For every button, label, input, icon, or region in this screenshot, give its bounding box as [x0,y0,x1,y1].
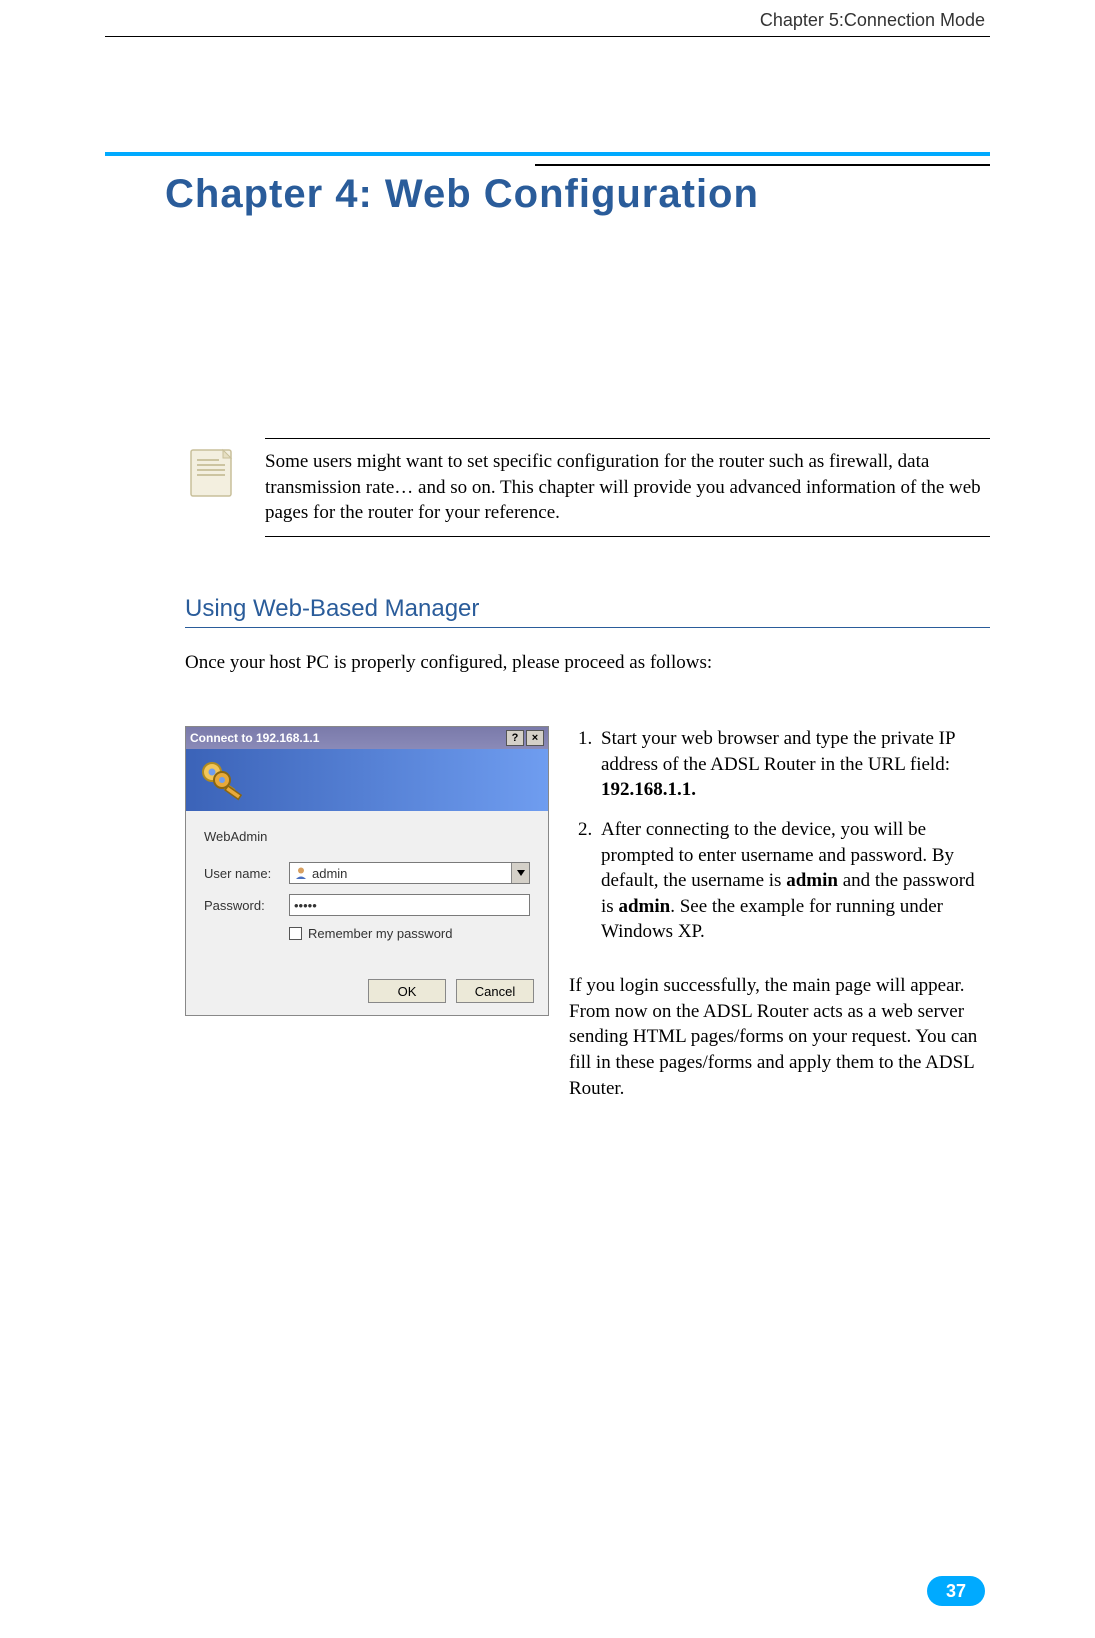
dialog-body: WebAdmin User name: admin Password: [186,811,548,941]
dialog-banner [186,749,548,811]
after-login-text: If you login successfully, the main page… [569,973,990,1101]
user-icon [294,866,308,880]
dialog-user-row: User name: admin [204,862,530,884]
dialog-user-label: User name: [204,866,289,881]
header-rule [105,36,990,37]
username-value: admin [312,866,347,881]
title-right-rule [535,164,990,166]
cancel-button[interactable]: Cancel [456,979,534,1003]
step-1-text-a: Start your web browser and type the priv… [601,728,955,775]
page-number: 37 [927,1576,985,1606]
password-value: ••••• [294,898,317,913]
dialog-pass-row: Password: ••••• [204,894,530,916]
note-rule-top [265,438,990,439]
section-heading: Using Web-Based Manager [185,595,990,628]
content-row: Connect to 192.168.1.1 ? × WebAdmin User… [185,726,990,1101]
dialog-app-label: WebAdmin [204,829,530,844]
step-2: After connecting to the device, you will… [597,817,990,945]
remember-row: Remember my password [289,926,530,941]
note-rule-bottom [265,536,990,537]
step-1: Start your web browser and type the priv… [597,726,990,803]
ok-button[interactable]: OK [368,979,446,1003]
step-1-ip: 192.168.1.1. [601,779,696,800]
chevron-down-icon[interactable] [511,863,529,883]
username-field[interactable]: admin [289,862,530,884]
dialog-help-button[interactable]: ? [506,730,524,746]
dialog-buttons: OK Cancel [368,979,534,1003]
steps-column: Start your web browser and type the priv… [569,726,990,1101]
step-2-bold-2: admin [618,896,670,917]
dialog-title: Connect to 192.168.1.1 [190,731,319,745]
remember-label: Remember my password [308,926,453,941]
note-text: Some users might want to set specific co… [265,449,990,526]
title-accent-rule [105,152,990,156]
note-block: Some users might want to set specific co… [185,438,990,537]
dialog-pass-label: Password: [204,898,289,913]
section-intro: Once your host PC is properly configured… [185,652,990,674]
step-2-bold-1: admin [786,870,838,891]
remember-checkbox[interactable] [289,927,302,940]
password-field[interactable]: ••••• [289,894,530,916]
login-dialog: Connect to 192.168.1.1 ? × WebAdmin User… [185,726,549,1016]
note-icon [185,446,240,501]
dialog-close-button[interactable]: × [526,730,544,746]
keys-icon [198,758,246,802]
dialog-titlebar: Connect to 192.168.1.1 ? × [186,727,548,749]
header-path: Chapter 5:Connection Mode [760,10,985,31]
chapter-title-block: Chapter 4: Web Configuration [105,152,990,217]
chapter-title: Chapter 4: Web Configuration [105,152,990,217]
note-text-wrap: Some users might want to set specific co… [265,438,990,537]
